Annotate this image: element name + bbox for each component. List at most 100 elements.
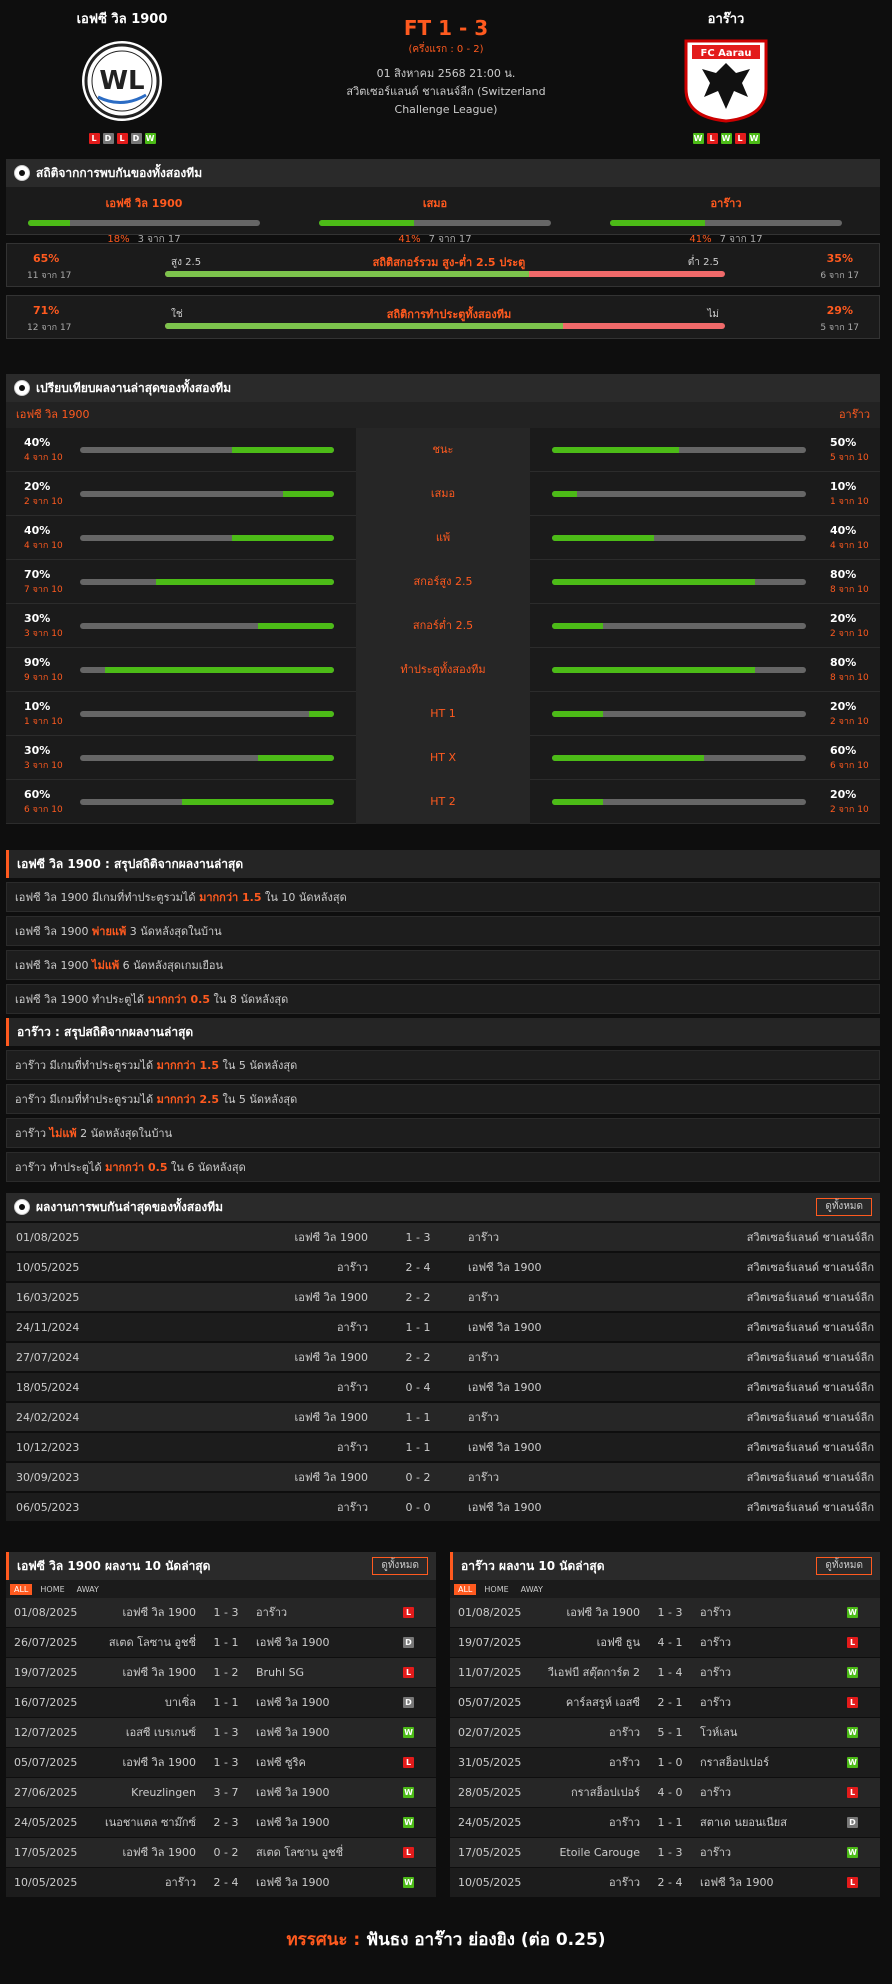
result-row[interactable]: 01/08/2025 เอฟซี วิล 1900 1 - 3 อาร๊าว L [6, 1598, 436, 1628]
result-away: โวห์เลน [700, 1726, 738, 1739]
result-score: 2 - 1 [657, 1696, 683, 1709]
tab-away[interactable]: AWAY [517, 1584, 547, 1595]
result-date: 24/05/2025 [458, 1816, 522, 1829]
comparison-row: 30% 3 จาก 10 สกอร์ต่ำ 2.5 20% 2 จาก 10 [6, 604, 880, 648]
away-filter-tabs: ALL HOME AWAY [450, 1580, 880, 1598]
result-badge: L [403, 1847, 414, 1858]
result-row[interactable]: 17/05/2025 เอฟซี วิล 1900 0 - 2 สเตด โลซาน … [6, 1838, 436, 1868]
result-score: 1 - 3 [657, 1846, 683, 1859]
meeting-date: 16/03/2025 [16, 1291, 80, 1304]
meeting-row[interactable]: 24/11/2024 อาร๊าว 1 - 1 เอฟซี วิล 1900 สวิตเ… [6, 1313, 880, 1343]
result-row[interactable]: 17/05/2025 Etoile Carouge 1 - 3 อาร๊าว W [450, 1838, 880, 1868]
away-pct: 60% [830, 744, 857, 757]
result-date: 01/08/2025 [14, 1606, 78, 1619]
right-pct: 35% [826, 252, 853, 265]
view-all-meetings-button[interactable]: ดูทั้งหมด [816, 1198, 872, 1216]
result-row[interactable]: 12/07/2025 เอสซี เบรเกนซ์ 1 - 3 เอฟซี วิล 1… [6, 1718, 436, 1748]
result-row[interactable]: 01/08/2025 เอฟซี วิล 1900 1 - 3 อาร๊าว W [450, 1598, 880, 1628]
home-pct: 20% [24, 480, 51, 493]
meeting-row[interactable]: 24/02/2024 เอฟซี วิล 1900 1 - 1 อาร๊าว สวิตเ… [6, 1403, 880, 1433]
result-row[interactable]: 31/05/2025 อาร๊าว 1 - 0 กราสฮ็อปเปอร์ W [450, 1748, 880, 1778]
meeting-home: อาร๊าว [336, 1381, 368, 1394]
result-row[interactable]: 19/07/2025 เอฟซี วิล 1900 1 - 2 Bruhl SG L [6, 1658, 436, 1688]
result-row[interactable]: 05/07/2025 เอฟซี วิล 1900 1 - 3 เอฟซี ซูริค… [6, 1748, 436, 1778]
result-row[interactable]: 10/05/2025 อาร๊าว 2 - 4 เอฟซี วิล 1900 L [450, 1868, 880, 1898]
verdict-label: ทรรศนะ : [286, 1930, 367, 1950]
result-date: 10/05/2025 [14, 1876, 78, 1889]
meeting-date: 30/09/2023 [16, 1471, 80, 1484]
result-row[interactable]: 11/07/2025 วีเอฟบี สตุ๊ตการ์ต 2 1 - 4 อาร๊า… [450, 1658, 880, 1688]
right-sub: 6 จาก 17 [820, 271, 859, 281]
result-away: เอฟซี วิล 1900 [256, 1786, 330, 1799]
result-home: เนอชาแตล ซาม๊กซ์ [104, 1816, 196, 1829]
tab-home[interactable]: HOME [480, 1584, 512, 1595]
meeting-row[interactable]: 10/12/2023 อาร๊าว 1 - 1 เอฟซี วิล 1900 สวิตเ… [6, 1433, 880, 1463]
meeting-home: เอฟซี วิล 1900 [294, 1411, 368, 1424]
home-sub: 2 จาก 10 [24, 497, 63, 507]
meeting-row[interactable]: 18/05/2024 อาร๊าว 0 - 4 เอฟซี วิล 1900 สวิตเ… [6, 1373, 880, 1403]
summary-text: ใน 5 นัดหลังสุด [219, 1093, 298, 1106]
home-sub: 9 จาก 10 [24, 673, 63, 683]
meeting-row[interactable]: 06/05/2023 อาร๊าว 0 - 0 เอฟซี วิล 1900 สวิตเ… [6, 1493, 880, 1523]
tab-all[interactable]: ALL [10, 1583, 33, 1595]
away-bar [552, 579, 806, 585]
result-row[interactable]: 26/07/2025 สเตด โลซาน อูชชี่ 1 - 1 เอฟซี วิ… [6, 1628, 436, 1658]
home-last10-title: เอฟซี วิล 1900 ผลงาน 10 นัดล่าสุด [17, 1559, 211, 1573]
tab-home[interactable]: HOME [36, 1584, 68, 1595]
score-panel: FT 1 - 3 (ครึ่งแรก : 0 - 2) 01 สิงหาคม 2… [296, 16, 596, 119]
home-pct: 40% [24, 436, 51, 449]
away-summary-section: อาร๊าว : สรุปสถิติจากผลงานล่าสุด อาร๊าว … [6, 1018, 880, 1182]
result-date: 05/07/2025 [458, 1696, 522, 1709]
result-row[interactable]: 16/07/2025 บาเซิ่ล 1 - 1 เอฟซี วิล 1900 D [6, 1688, 436, 1718]
result-row[interactable]: 02/07/2025 อาร๊าว 5 - 1 โวห์เลน W [450, 1718, 880, 1748]
meeting-home: อาร๊าว [336, 1261, 368, 1274]
meeting-row[interactable]: 27/07/2024 เอฟซี วิล 1900 2 - 2 อาร๊าว สวิตเ… [6, 1343, 880, 1373]
result-away: เอฟซี วิล 1900 [256, 1696, 330, 1709]
meeting-row[interactable]: 10/05/2025 อาร๊าว 2 - 4 เอฟซี วิล 1900 สวิตเ… [6, 1253, 880, 1283]
btts-stat: 71% 12 จาก 17 ใช่ สถิติการทำประตูทั้งสองทีม… [6, 295, 880, 339]
result-badge: L [403, 1607, 414, 1618]
form-badge: W [748, 133, 760, 144]
h2h-stats-title: สถิติจากการพบกันของทั้งสองทีม [36, 166, 203, 180]
meeting-row[interactable]: 16/03/2025 เอฟซี วิล 1900 2 - 2 อาร๊าว สวิตเ… [6, 1283, 880, 1313]
form-badge: W [720, 133, 732, 144]
summary-text: เอฟซี วิล 1900 [15, 925, 93, 938]
tab-all[interactable]: ALL [454, 1583, 477, 1595]
meeting-home: เอฟซี วิล 1900 [294, 1231, 368, 1244]
meeting-date: 24/11/2024 [16, 1321, 80, 1334]
summary-row: เอฟซี วิล 1900 พ่ายแพ้ 3 นัดหลังสุดในบ้า… [6, 916, 880, 946]
away-bar [552, 799, 806, 805]
stat-title: สถิติการทำประตูทั้งสองทีม [386, 308, 512, 321]
result-row[interactable]: 28/05/2025 กราสฮ็อปเปอร์ 4 - 0 อาร๊าว L [450, 1778, 880, 1808]
meeting-league: สวิตเซอร์แลนด์ ชาเลนจ์ลีก [746, 1411, 874, 1424]
result-date: 02/07/2025 [458, 1726, 522, 1739]
home-pct: 60% [24, 788, 51, 801]
halftime-score: (ครึ่งแรก : 0 - 2) [408, 44, 484, 55]
summary-text: อาร๊าว มีเกมที่ทำประตูรวมได้ [15, 1059, 157, 1072]
view-all-home-button[interactable]: ดูทั้งหมด [372, 1557, 428, 1575]
result-home: บาเซิ่ล [164, 1696, 196, 1709]
home-form: LDLDW [22, 133, 222, 144]
comparison-row: 70% 7 จาก 10 สกอร์สูง 2.5 80% 8 จาก 10 [6, 560, 880, 604]
soccer-ball-icon [14, 380, 30, 396]
meeting-league: สวิตเซอร์แลนด์ ชาเลนจ์ลีก [746, 1441, 874, 1454]
meeting-row[interactable]: 01/08/2025 เอฟซี วิล 1900 1 - 3 อาร๊าว สวิตเ… [6, 1223, 880, 1253]
meeting-row[interactable]: 30/09/2023 เอฟซี วิล 1900 0 - 2 อาร๊าว สวิตเ… [6, 1463, 880, 1493]
result-row[interactable]: 10/05/2025 อาร๊าว 2 - 4 เอฟซี วิล 1900 W [6, 1868, 436, 1898]
result-score: 2 - 4 [657, 1876, 683, 1889]
meeting-league: สวิตเซอร์แลนด์ ชาเลนจ์ลีก [746, 1351, 874, 1364]
home-bar [80, 711, 334, 717]
view-all-away-button[interactable]: ดูทั้งหมด [816, 1557, 872, 1575]
result-row[interactable]: 05/07/2025 คาร์ลสรูห์ เอสซี 2 - 1 อาร๊าว L [450, 1688, 880, 1718]
result-home: เอสซี เบรเกนซ์ [125, 1726, 196, 1739]
summary-text: 2 นัดหลังสุดในบ้าน [76, 1127, 173, 1140]
soccer-ball-icon [14, 1199, 30, 1215]
result-row[interactable]: 24/05/2025 เนอชาแตล ซาม๊กซ์ 2 - 3 เอฟซี วิล… [6, 1808, 436, 1838]
result-row[interactable]: 19/07/2025 เอฟซี ธูน 4 - 1 อาร๊าว L [450, 1628, 880, 1658]
away-bar [552, 491, 806, 497]
svg-text:WL: WL [99, 66, 144, 96]
result-row[interactable]: 24/05/2025 อาร๊าว 1 - 1 สตาเด นยอนเนียส D [450, 1808, 880, 1838]
result-row[interactable]: 27/06/2025 Kreuzlingen 3 - 7 เอฟซี วิล 1900… [6, 1778, 436, 1808]
form-badge: W [692, 133, 704, 144]
tab-away[interactable]: AWAY [73, 1584, 103, 1595]
